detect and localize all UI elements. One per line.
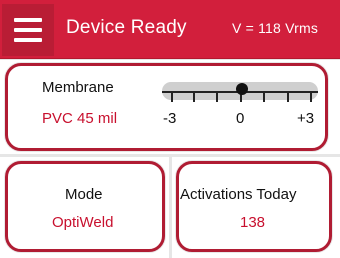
slider-mid-label: 0 (236, 110, 245, 127)
slider-tick (193, 92, 195, 102)
activations-card[interactable] (176, 161, 332, 252)
membrane-label: Membrane (42, 79, 114, 96)
slider-tick (310, 92, 312, 102)
mode-label: Mode (65, 186, 103, 203)
voltage-readout: V = 118 Vrms (232, 20, 319, 36)
hamburger-menu-icon (14, 18, 42, 22)
device-status-title: Device Ready (66, 17, 187, 38)
slider-tick (216, 92, 218, 102)
membrane-card[interactable] (5, 63, 328, 151)
activations-label: Activations Today (180, 186, 297, 203)
slider-max-label: +3 (297, 110, 315, 127)
slider-min-label: -3 (163, 110, 177, 127)
activations-count: 138 (240, 214, 266, 231)
membrane-value: PVC 45 mil (42, 110, 118, 127)
header-bar: Device Ready V = 118 Vrms (0, 0, 340, 59)
mode-card[interactable] (5, 161, 165, 252)
mode-value: OptiWeld (52, 214, 114, 231)
menu-button[interactable] (2, 4, 54, 56)
slider-tick (263, 92, 265, 102)
slider-tick (171, 92, 173, 102)
slider-tick (287, 92, 289, 102)
slider-knob[interactable] (236, 83, 248, 95)
